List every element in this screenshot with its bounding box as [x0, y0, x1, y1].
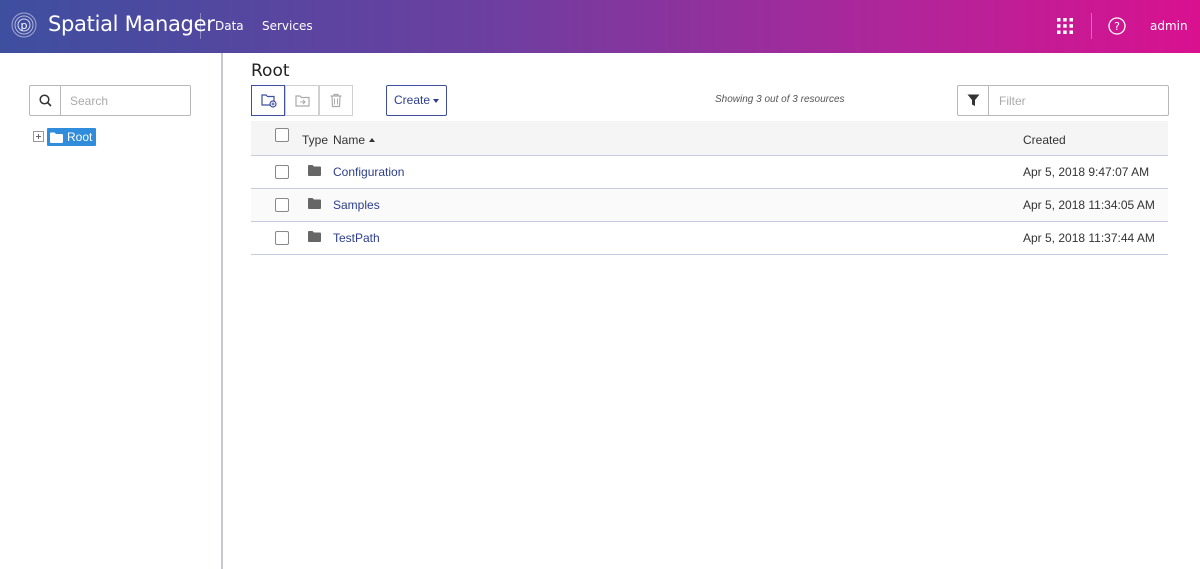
filter-box: [957, 85, 1169, 116]
user-menu[interactable]: admin: [1150, 19, 1188, 33]
table-row[interactable]: Samples Apr 5, 2018 11:34:05 AM: [251, 189, 1168, 222]
table-row[interactable]: TestPath Apr 5, 2018 11:37:44 AM: [251, 222, 1168, 255]
header-divider: [200, 13, 201, 39]
search-input[interactable]: [62, 86, 190, 115]
nav-services[interactable]: Services: [262, 19, 313, 33]
app-header: p Spatial Manager Data Services ? admin: [0, 0, 1200, 53]
folder-icon: [308, 165, 321, 176]
search-button[interactable]: [30, 86, 61, 115]
logo-icon[interactable]: p: [11, 12, 37, 38]
new-folder-button[interactable]: [251, 85, 285, 116]
nav-data[interactable]: Data: [215, 19, 244, 33]
column-header-name-label: Name: [333, 133, 366, 147]
resource-count: Showing 3 out of 3 resources: [715, 94, 845, 105]
tree-node-root[interactable]: Root: [47, 128, 97, 146]
sidebar-resize-handle[interactable]: [221, 53, 223, 569]
apps-grid-icon[interactable]: [1057, 18, 1073, 34]
table-row[interactable]: Configuration Apr 5, 2018 9:47:07 AM: [251, 156, 1168, 189]
row-created: Apr 5, 2018 11:37:44 AM: [1023, 231, 1155, 245]
chevron-down-icon: [433, 98, 440, 103]
row-name-link[interactable]: Configuration: [333, 165, 404, 179]
folder-icon: [50, 132, 63, 143]
select-all-checkbox[interactable]: [275, 128, 289, 142]
row-checkbox[interactable]: [275, 165, 289, 179]
column-header-created[interactable]: Created: [1023, 133, 1066, 147]
svg-text:?: ?: [1114, 20, 1120, 33]
table-header: Type Name Created: [251, 121, 1168, 156]
trash-icon: [330, 93, 342, 108]
move-to-folder-button[interactable]: [285, 85, 319, 116]
column-header-type[interactable]: Type: [302, 133, 328, 147]
filter-button[interactable]: [958, 86, 989, 115]
sort-ascending-icon: [369, 137, 376, 142]
app-title[interactable]: Spatial Manager: [48, 12, 215, 36]
add-folder-icon: [261, 94, 277, 108]
filter-input[interactable]: [990, 86, 1166, 115]
resource-table: Type Name Created Configuration Apr 5, 2…: [251, 121, 1168, 255]
funnel-icon: [967, 94, 980, 106]
row-created: Apr 5, 2018 9:47:07 AM: [1023, 165, 1150, 179]
create-dropdown-button[interactable]: Create: [386, 85, 447, 116]
row-checkbox[interactable]: [275, 231, 289, 245]
column-header-name[interactable]: Name: [333, 133, 376, 147]
header-divider: [1091, 13, 1092, 39]
create-label: Create: [393, 93, 431, 107]
folder-icon: [308, 231, 321, 242]
help-icon[interactable]: ?: [1108, 17, 1126, 35]
row-name-link[interactable]: Samples: [333, 198, 380, 212]
search-icon: [39, 94, 52, 107]
tree-expand-toggle[interactable]: [33, 131, 44, 142]
row-checkbox[interactable]: [275, 198, 289, 212]
folder-move-icon: [295, 95, 310, 107]
page-title: Root: [251, 61, 290, 81]
svg-text:p: p: [21, 19, 28, 32]
folder-icon: [308, 198, 321, 209]
row-name-link[interactable]: TestPath: [333, 231, 380, 245]
tree-node-label: Root: [67, 130, 93, 144]
row-created: Apr 5, 2018 11:34:05 AM: [1023, 198, 1155, 212]
delete-button[interactable]: [319, 85, 353, 116]
sidebar-search: [29, 85, 191, 116]
